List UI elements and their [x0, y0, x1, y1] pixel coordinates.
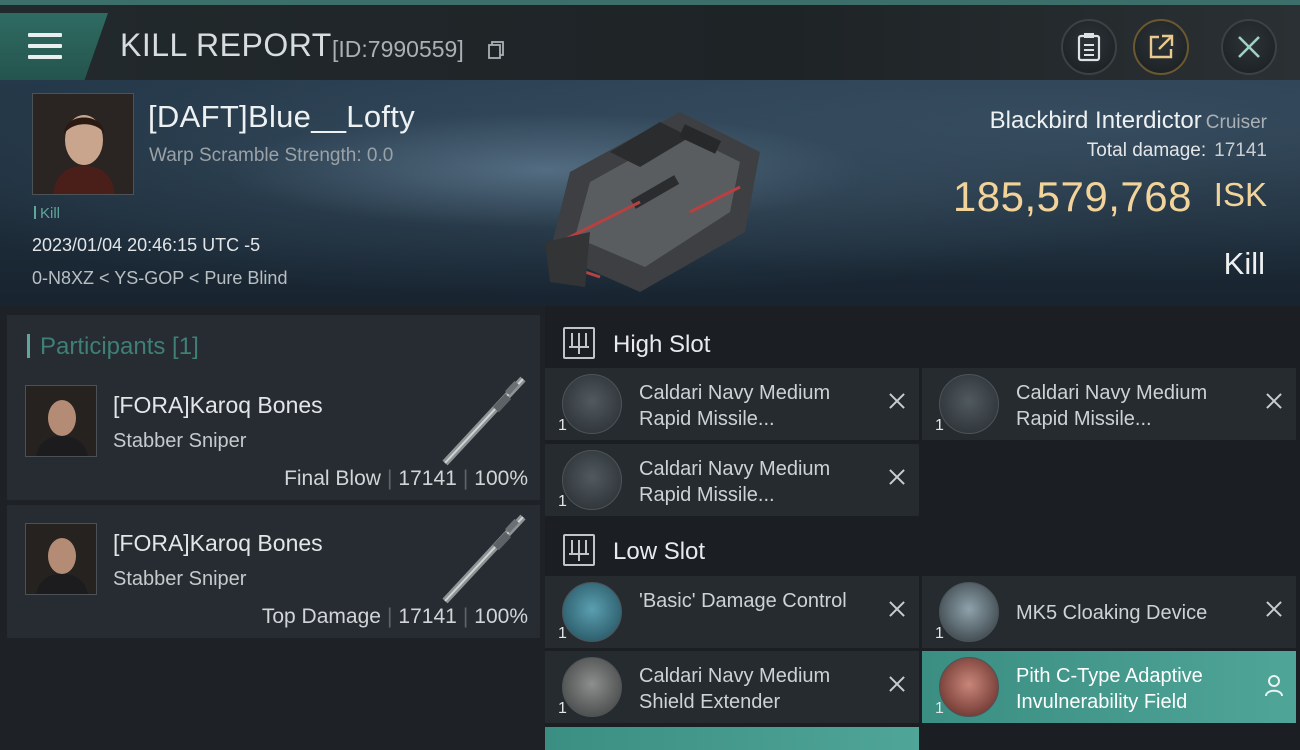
fitting-panel: High Slot 1 Caldari Navy Medium Rapid Mi…	[545, 306, 1300, 750]
isk-unit: ISK	[1213, 176, 1267, 213]
share-icon	[1149, 34, 1174, 59]
kill-location[interactable]: 0-N8XZ < YS-GOP < Pure Blind	[32, 268, 287, 289]
participant-avatar	[25, 523, 97, 595]
module-qty: 1	[558, 625, 567, 642]
module-name: Caldari Navy Medium Rapid Missile...	[639, 382, 831, 430]
damage-control-icon	[562, 582, 622, 642]
participant-name: [FORA]Karoq Bones	[113, 530, 323, 556]
participant-avatar	[25, 385, 97, 457]
close-button[interactable]	[1221, 19, 1277, 75]
cloaking-device-icon	[939, 582, 999, 642]
close-icon	[1238, 36, 1260, 58]
isk-value: 185,579,768	[952, 173, 1192, 220]
weapon-icon	[442, 514, 526, 604]
missile-launcher-icon	[562, 374, 622, 434]
close-icon[interactable]	[1264, 599, 1284, 619]
close-icon[interactable]	[887, 391, 907, 411]
module-name: MK5 Cloaking Device	[1016, 602, 1208, 624]
total-damage: Total damage: 17141	[1086, 140, 1267, 161]
page-title: KILL REPORT	[120, 27, 332, 63]
close-icon[interactable]	[887, 467, 907, 487]
title-bar: KILL REPORT [ID:7990559]	[0, 0, 1300, 81]
invulnerability-field-icon	[939, 657, 999, 717]
missile-launcher-icon	[939, 374, 999, 434]
ship-image[interactable]	[530, 92, 780, 302]
clipboard-button[interactable]	[1061, 19, 1117, 75]
module-name: 'Basic' Damage Control	[639, 590, 847, 612]
low-slot-header: Low Slot	[545, 518, 1300, 578]
missile-launcher-icon	[562, 450, 622, 510]
participant-ship: Stabber Sniper	[113, 568, 247, 590]
module-name: Pith C-Type Adaptive Invulnerability Fie…	[1016, 665, 1203, 713]
kill-id: [ID:7990559]	[332, 36, 464, 62]
ship-name[interactable]: Blackbird Interdictor Cruiser	[990, 107, 1267, 135]
participant-stats: Top Damage | 17141 | 100%	[261, 605, 528, 628]
module-item[interactable]: 1 Caldari Navy Medium Rapid Missile...	[545, 444, 919, 516]
participants-panel: Participants [1] [FORA]Karoq Bones Stabb…	[0, 306, 545, 750]
module-name: Caldari Navy Medium Rapid Missile...	[639, 458, 831, 506]
module-item-selected[interactable]: 1 Pith C-Type Adaptive Invulnerability F…	[922, 651, 1296, 723]
warp-scramble-strength: Warp Scramble Strength: 0.0	[149, 145, 394, 166]
module-qty: 1	[558, 493, 567, 510]
shield-extender-icon	[562, 657, 622, 717]
high-slot-header: High Slot	[545, 311, 1300, 371]
module-qty: 1	[935, 700, 944, 717]
participant-stats: Final Blow | 17141 | 100%	[284, 467, 528, 490]
close-icon[interactable]	[1264, 391, 1284, 411]
menu-icon	[28, 33, 62, 59]
module-name: Caldari Navy Medium Shield Extender	[639, 665, 831, 713]
kill-datetime: 2023/01/04 20:46:15 UTC -5	[32, 235, 261, 255]
participants-header[interactable]: Participants [1]	[7, 315, 540, 371]
module-name: Caldari Navy Medium Rapid Missile...	[1016, 382, 1208, 430]
result-label: Kill	[1223, 246, 1265, 281]
participant-name: [FORA]Karoq Bones	[113, 392, 323, 418]
weapon-icon	[442, 376, 526, 466]
close-icon[interactable]	[887, 674, 907, 694]
victim-name[interactable]: [DAFT]Blue__Lofty	[148, 99, 415, 135]
victim-portrait[interactable]	[32, 93, 134, 195]
person-icon[interactable]	[1264, 675, 1284, 697]
module-item[interactable]: 1 Caldari Navy Medium Rapid Missile...	[545, 368, 919, 440]
victim-summary: [DAFT]Blue__Lofty Warp Scramble Strength…	[0, 80, 1300, 306]
module-qty: 1	[935, 625, 944, 642]
share-button[interactable]	[1133, 19, 1189, 75]
participants-title: Participants [1]	[40, 333, 199, 360]
module-item[interactable]: 1 Caldari Navy Medium Shield Extender	[545, 651, 919, 723]
low-slot-label: Low Slot	[613, 538, 706, 565]
module-item[interactable]: 1 'Basic' Damage Control	[545, 576, 919, 648]
menu-button[interactable]	[0, 13, 108, 81]
high-slot-label: High Slot	[613, 331, 711, 358]
participant-card[interactable]: [FORA]Karoq Bones Stabber Sniper Final B…	[7, 367, 540, 500]
module-qty: 1	[558, 700, 567, 717]
module-item[interactable]: 1 MK5 Cloaking Device	[922, 576, 1296, 648]
module-item[interactable]: 1 Caldari Navy Medium Rapid Missile...	[922, 368, 1296, 440]
module-item-partial[interactable]	[545, 727, 919, 750]
ship-class: Cruiser	[1205, 112, 1267, 133]
copy-icon[interactable]	[488, 41, 504, 59]
clipboard-icon	[1077, 33, 1101, 62]
participant-ship: Stabber Sniper	[113, 430, 247, 452]
participant-card[interactable]: [FORA]Karoq Bones Stabber Sniper Top Dam…	[7, 505, 540, 638]
high-slot-icon	[563, 327, 595, 359]
module-qty: 1	[935, 417, 944, 434]
low-slot-icon	[563, 534, 595, 566]
module-qty: 1	[558, 417, 567, 434]
close-icon[interactable]	[887, 599, 907, 619]
kill-tag: Kill	[34, 205, 60, 222]
